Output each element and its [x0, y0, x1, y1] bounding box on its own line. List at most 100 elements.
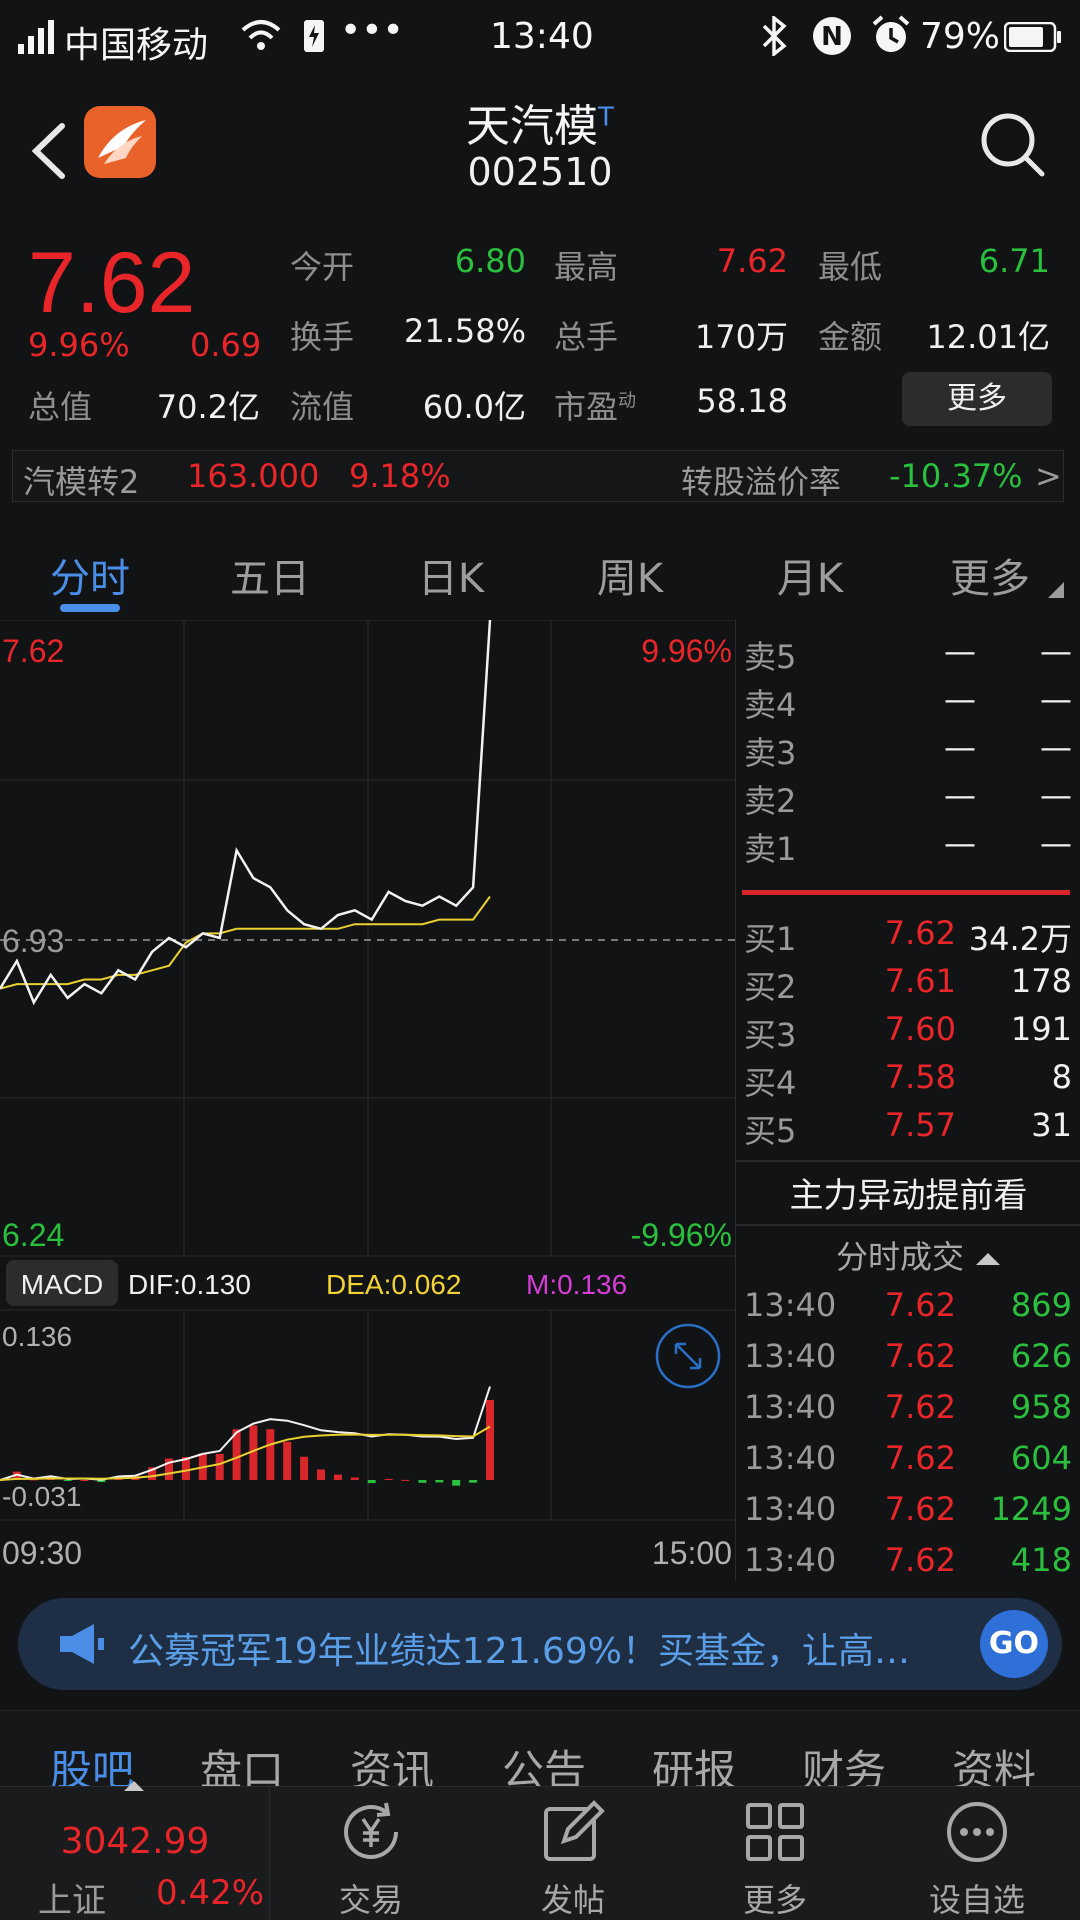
open-value: 6.80 [454, 242, 526, 280]
caret-up-icon [124, 1781, 144, 1791]
ask-price: — [944, 776, 976, 814]
convertible-bond-bar[interactable]: 汽模转2 163.000 9.18% 转股溢价率 -10.37% > [12, 450, 1064, 502]
bottom-nav: 3042.99 上证 0.42% 交易 发帖 更多 设自选 [0, 1781, 1080, 1920]
tick-row: 13:40 7.62 1249 [736, 1486, 1080, 1534]
nav-add-watchlist[interactable]: 设自选 [902, 1797, 1052, 1920]
megaphone-icon [60, 1624, 104, 1664]
tick-volume: 418 [1010, 1541, 1072, 1579]
chevron-right-icon: > [1035, 457, 1062, 495]
volume-label: 总手 [554, 318, 619, 356]
tick-volume: 1249 [990, 1490, 1072, 1528]
nav-more[interactable]: 更多 [700, 1797, 850, 1920]
nav-post[interactable]: 发帖 [498, 1797, 648, 1920]
dif-line [0, 1386, 491, 1481]
tab-daily-k[interactable]: 日K [386, 546, 516, 604]
index-ticker[interactable]: 3042.99 上证 0.42% [0, 1781, 270, 1920]
bid-label: 买3 [744, 1016, 797, 1054]
quote-more-button[interactable]: 更多 [902, 372, 1052, 426]
macd-bottom-label: -0.031 [2, 1481, 81, 1512]
current-price: 7.62 [28, 235, 196, 331]
tab-monthly-k[interactable]: 月K [745, 546, 875, 604]
dea-label: DEA:0.062 [326, 1269, 461, 1300]
macd-bar [452, 1480, 461, 1486]
macd-bar [283, 1441, 292, 1480]
main-force-link[interactable]: 主力异动提前看 [736, 1168, 1080, 1217]
search-icon[interactable] [978, 110, 1048, 180]
edit-icon [544, 1800, 605, 1861]
tick-time: 13:40 [744, 1388, 837, 1426]
tick-volume: 626 [1010, 1337, 1072, 1375]
bid-volume: 34.2万 [968, 920, 1072, 958]
bid-row[interactable]: 买2 7.61 178 [736, 958, 1080, 1006]
order-book-panel: 卖5 — — 卖4 — — 卖3 — — 卖2 — — 卖1 — — 买1 7.62 3… [735, 620, 1080, 1580]
intraday-chart[interactable]: 7.62 9.96% 6.93 6.24 -9.96% MACD DIF:0.1… [0, 619, 735, 1580]
mktcap-value: 70.2亿 [156, 388, 260, 426]
tick-price: 7.62 [884, 1541, 956, 1579]
macd-bar [350, 1477, 359, 1480]
bid-label: 买1 [744, 920, 797, 958]
index-value: 3042.99 [60, 1821, 210, 1862]
bid-row[interactable]: 买4 7.58 8 [736, 1054, 1080, 1102]
battery-percent: 79% [920, 16, 1001, 57]
stock-code: 002510 [467, 150, 613, 194]
nfc-icon: N [813, 17, 851, 55]
ask-label: 卖4 [744, 686, 797, 724]
svg-text:N: N [821, 22, 843, 52]
ask-row[interactable]: 卖3 — — [736, 724, 1080, 772]
float-label: 流值 [290, 388, 355, 426]
price-line [0, 619, 492, 1006]
ask-row[interactable]: 卖1 — — [736, 820, 1080, 868]
dif-label: DIF:0.130 [128, 1269, 251, 1300]
tab-five-day[interactable]: 五日 [205, 546, 335, 604]
ask-price: — [944, 680, 976, 718]
time-start-label: 09:30 [2, 1535, 82, 1571]
ask-row[interactable]: 卖5 — — [736, 628, 1080, 676]
macd-bar [486, 1400, 494, 1480]
bid-price: 7.57 [884, 1106, 956, 1144]
macd-bar [469, 1480, 478, 1483]
macd-bar [367, 1480, 376, 1484]
ask-volume: — [1040, 632, 1072, 670]
average-price-line [0, 895, 491, 990]
low-value: 6.71 [978, 242, 1050, 280]
promo-banner[interactable]: 公募冠军19年业绩达121.69%！买基金，让高… GO [18, 1598, 1062, 1690]
tick-row: 13:40 7.62 869 [736, 1282, 1080, 1330]
tab-more[interactable]: 更多 [925, 546, 1055, 604]
ask-volume: — [1040, 680, 1072, 718]
tick-price: 7.62 [884, 1286, 956, 1324]
bid-row[interactable]: 买3 7.60 191 [736, 1006, 1080, 1054]
battery-charging-icon [304, 20, 324, 52]
alarm-icon [872, 15, 910, 52]
open-label: 今开 [290, 248, 355, 286]
ask-row[interactable]: 卖2 — — [736, 772, 1080, 820]
turnover-value: 21.58% [403, 312, 526, 350]
time-end-label: 15:00 [652, 1535, 732, 1571]
bid-row[interactable]: 买5 7.57 31 [736, 1102, 1080, 1150]
ask-row[interactable]: 卖4 — — [736, 676, 1080, 724]
ask-volume: — [1040, 776, 1072, 814]
price-grid [0, 619, 735, 1257]
more-circle-icon [947, 1802, 1007, 1862]
macd-bar [317, 1469, 325, 1480]
ask-label: 卖3 [744, 734, 797, 772]
nav-trade[interactable]: 交易 [296, 1797, 446, 1920]
amount-value: 12.01亿 [926, 318, 1050, 356]
macd-label: MACD [21, 1269, 103, 1300]
expand-icon[interactable] [655, 1323, 721, 1389]
bid-volume: 8 [1051, 1058, 1072, 1096]
go-button[interactable]: GO [980, 1610, 1048, 1678]
wifi-icon [241, 20, 281, 50]
macd-bar [333, 1474, 342, 1480]
float-value: 60.0亿 [422, 388, 526, 426]
bid-row[interactable]: 买1 7.62 34.2万 [736, 910, 1080, 958]
more-dots-icon: ••• [340, 10, 404, 51]
index-name: 上证 [38, 1881, 106, 1920]
dea-line [0, 1425, 491, 1481]
tab-intraday[interactable]: 分时 [25, 546, 155, 604]
tab-weekly-k[interactable]: 周K [565, 546, 695, 604]
intraday-chart-area[interactable]: 7.62 9.96% 6.93 6.24 -9.96% MACD DIF:0.1… [0, 619, 735, 1580]
tick-price: 7.62 [884, 1337, 956, 1375]
ticks-title[interactable]: 分时成交 [836, 1232, 1002, 1278]
ask-price: — [944, 632, 976, 670]
bid-volume: 178 [1010, 962, 1072, 1000]
